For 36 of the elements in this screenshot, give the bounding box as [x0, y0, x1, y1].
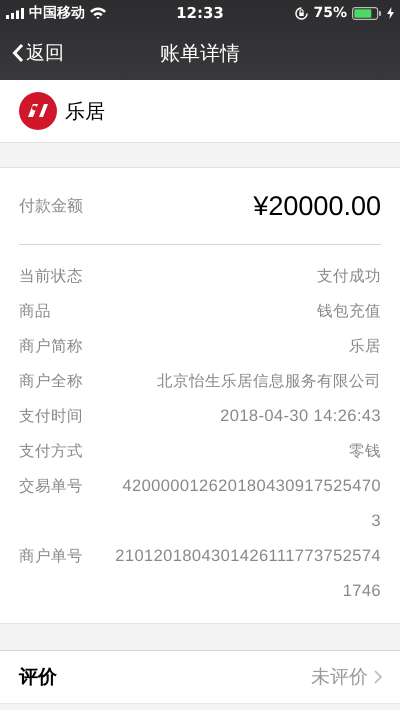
detail-label: 支付时间	[19, 406, 83, 427]
detail-value: 乐居	[349, 336, 381, 357]
detail-label: 商品	[19, 301, 51, 322]
detail-label: 当前状态	[19, 266, 83, 287]
rotation-lock-icon	[295, 6, 308, 20]
detail-value: 3	[371, 511, 381, 532]
merchant-logo-icon	[19, 92, 57, 130]
amount-label: 付款金额	[19, 196, 83, 216]
detail-label: 商户简称	[19, 336, 83, 357]
amount-value: ¥20000.00	[253, 190, 381, 222]
review-label: 评价	[19, 665, 57, 690]
charging-icon	[387, 7, 394, 19]
detail-value: 零钱	[349, 441, 381, 462]
detail-label: 支付方式	[19, 441, 83, 462]
carrier-name: 中国移动	[29, 4, 85, 22]
signal-icon	[6, 8, 24, 18]
page-title: 账单详情	[160, 40, 240, 66]
chevron-left-icon	[12, 43, 24, 63]
wifi-icon	[90, 7, 106, 19]
battery-percent: 75%	[313, 5, 347, 21]
clock-time: 12:33	[176, 4, 224, 22]
detail-label: 交易单号	[19, 476, 83, 497]
review-status: 未评价	[311, 665, 368, 690]
detail-label: 商户全称	[19, 371, 83, 392]
detail-value: 钱包充值	[317, 301, 381, 322]
detail-value: 支付成功	[317, 266, 381, 287]
back-button[interactable]: 返回	[0, 40, 64, 66]
detail-value: 1746	[342, 581, 381, 602]
battery-icon	[352, 6, 382, 20]
detail-value: 2101201804301426111773752574	[115, 546, 381, 567]
chevron-right-icon	[374, 670, 382, 684]
detail-value: 北京怡生乐居信息服务有限公司	[157, 371, 381, 392]
detail-label: 商户单号	[19, 546, 83, 567]
detail-value: 420000012620180430917525470	[122, 476, 381, 497]
detail-value: 2018-04-30 14:26:43	[220, 406, 381, 427]
merchant-name: 乐居	[65, 98, 105, 124]
